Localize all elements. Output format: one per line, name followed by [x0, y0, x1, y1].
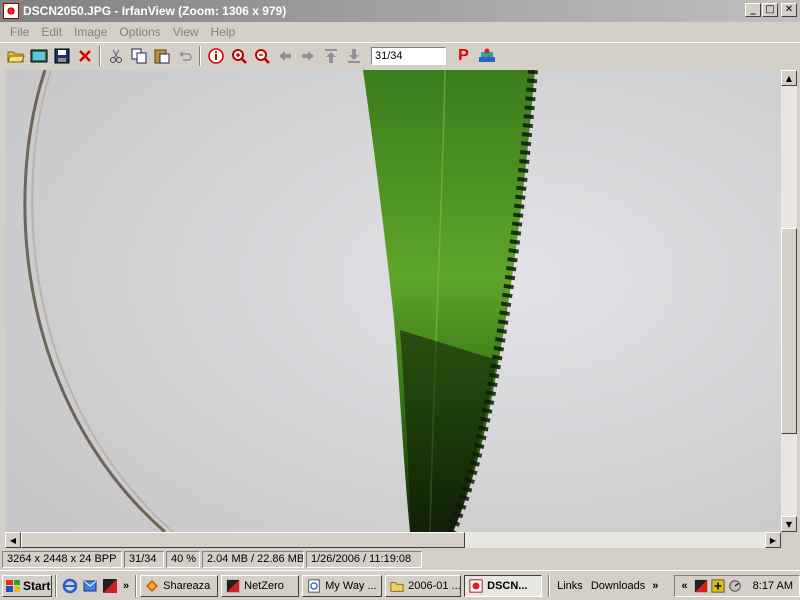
- menu-view[interactable]: View: [167, 25, 205, 39]
- links-toolbar[interactable]: Links: [553, 580, 587, 592]
- save-icon[interactable]: [50, 45, 73, 67]
- task-label: DSCN...: [487, 579, 528, 592]
- menu-image[interactable]: Image: [68, 25, 113, 39]
- toolbar-chevron[interactable]: »: [649, 580, 661, 592]
- status-file-size: 2.04 MB / 22.86 MB: [202, 550, 304, 568]
- minimize-button[interactable]: _: [745, 3, 761, 17]
- taskbar-divider: [135, 574, 138, 597]
- window-controls: _ □ ✕: [745, 3, 797, 17]
- first-icon[interactable]: [319, 45, 342, 67]
- irfanview-icon: [469, 578, 483, 593]
- system-tray: « 8:17 AM: [673, 574, 800, 597]
- task-label: Shareaza: [163, 579, 211, 592]
- image-viewport[interactable]: [5, 70, 781, 532]
- task-button-shareaza[interactable]: Shareaza: [140, 574, 219, 597]
- netzero-tray-icon[interactable]: [694, 579, 708, 593]
- vertical-scrollbar[interactable]: ▲ ▼: [781, 70, 797, 532]
- task-label: NetZero: [244, 579, 284, 592]
- start-label: Start: [23, 578, 51, 593]
- status-datetime: 1/26/2006 / 11:19:08: [306, 550, 422, 568]
- menu-bar: File Edit Image Options View Help: [0, 22, 800, 41]
- status-dimensions: 3264 x 2448 x 24 BPP: [2, 550, 122, 568]
- task-button-irfanview[interactable]: DSCN...: [464, 574, 543, 597]
- menu-edit[interactable]: Edit: [35, 25, 68, 39]
- title-bar[interactable]: DSCN2050.JPG - IrfanView (Zoom: 1306 x 9…: [0, 0, 800, 22]
- previous-icon[interactable]: [273, 45, 296, 67]
- windows-flag-icon: [6, 579, 20, 592]
- outlook-express-icon[interactable]: [80, 576, 100, 596]
- page-number-input[interactable]: [371, 46, 446, 65]
- taskbar-divider: [55, 574, 57, 597]
- folder-icon: [390, 581, 404, 592]
- toolbar-separator: [199, 45, 201, 66]
- photo-leaf-image: [5, 70, 781, 532]
- zoom-out-icon[interactable]: [250, 45, 273, 67]
- start-button[interactable]: Start: [2, 574, 52, 597]
- next-icon[interactable]: [296, 45, 319, 67]
- internet-explorer-icon[interactable]: [60, 576, 80, 596]
- task-button-my-way[interactable]: My Way ...: [302, 574, 383, 597]
- info-icon[interactable]: [204, 45, 227, 67]
- p-glyph: P: [458, 46, 469, 64]
- maximize-button[interactable]: □: [762, 3, 778, 17]
- open-folder-icon[interactable]: [4, 45, 27, 67]
- ie-page-icon: [308, 578, 320, 593]
- menu-options[interactable]: Options: [113, 25, 166, 39]
- toolbar-separator: [99, 45, 101, 66]
- taskbar-divider: [548, 574, 551, 597]
- menu-file[interactable]: File: [4, 25, 35, 39]
- task-button-folder[interactable]: 2006-01 ...: [385, 574, 462, 597]
- taskbar-clock[interactable]: 8:17 AM: [753, 580, 793, 592]
- status-bar: 3264 x 2448 x 24 BPP 31/34 40 % 2.04 MB …: [0, 549, 800, 569]
- menu-help[interactable]: Help: [205, 25, 242, 39]
- copy-icon[interactable]: [127, 45, 150, 67]
- paint-icon[interactable]: [475, 45, 498, 67]
- horizontal-scrollbar[interactable]: ◀ ▶: [5, 532, 781, 548]
- delete-icon[interactable]: [73, 45, 96, 67]
- print-icon[interactable]: P: [452, 45, 475, 67]
- shareaza-icon: [146, 579, 159, 592]
- downloads-toolbar[interactable]: Downloads: [587, 580, 649, 592]
- scroll-up-arrow-icon[interactable]: ▲: [781, 70, 797, 86]
- undo-icon[interactable]: [173, 45, 196, 67]
- slideshow-icon[interactable]: [27, 45, 50, 67]
- close-button[interactable]: ✕: [781, 3, 797, 17]
- volume-tray-icon[interactable]: [728, 579, 742, 593]
- window-title: DSCN2050.JPG - IrfanView (Zoom: 1306 x 9…: [23, 4, 287, 18]
- paste-icon[interactable]: [150, 45, 173, 67]
- quicklaunch-chevron[interactable]: »: [120, 580, 132, 592]
- last-icon[interactable]: [342, 45, 365, 67]
- netzero-icon: [227, 579, 240, 592]
- status-zoom: 40 %: [166, 550, 200, 568]
- scrollbar-corner: [781, 532, 797, 548]
- netzero-quicklaunch-icon[interactable]: [100, 576, 120, 596]
- zoom-in-icon[interactable]: [227, 45, 250, 67]
- scroll-down-arrow-icon[interactable]: ▼: [781, 516, 797, 532]
- tray-expand-chevron[interactable]: «: [679, 580, 691, 592]
- irfanview-app-icon[interactable]: [3, 3, 19, 19]
- antivirus-tray-icon[interactable]: [711, 578, 725, 593]
- cut-icon[interactable]: [104, 45, 127, 67]
- task-label: 2006-01 ...: [408, 579, 461, 592]
- taskbar: Start » Shareaza NetZero My Way ... 2006…: [0, 570, 800, 600]
- status-index: 31/34: [124, 550, 164, 568]
- horizontal-scroll-thumb[interactable]: [21, 532, 465, 548]
- task-label: My Way ...: [325, 579, 377, 592]
- scroll-left-arrow-icon[interactable]: ◀: [5, 532, 21, 548]
- vertical-scroll-thumb[interactable]: [781, 228, 797, 434]
- scroll-right-arrow-icon[interactable]: ▶: [765, 532, 781, 548]
- toolbar: P: [0, 42, 800, 68]
- task-button-netzero[interactable]: NetZero: [221, 574, 300, 597]
